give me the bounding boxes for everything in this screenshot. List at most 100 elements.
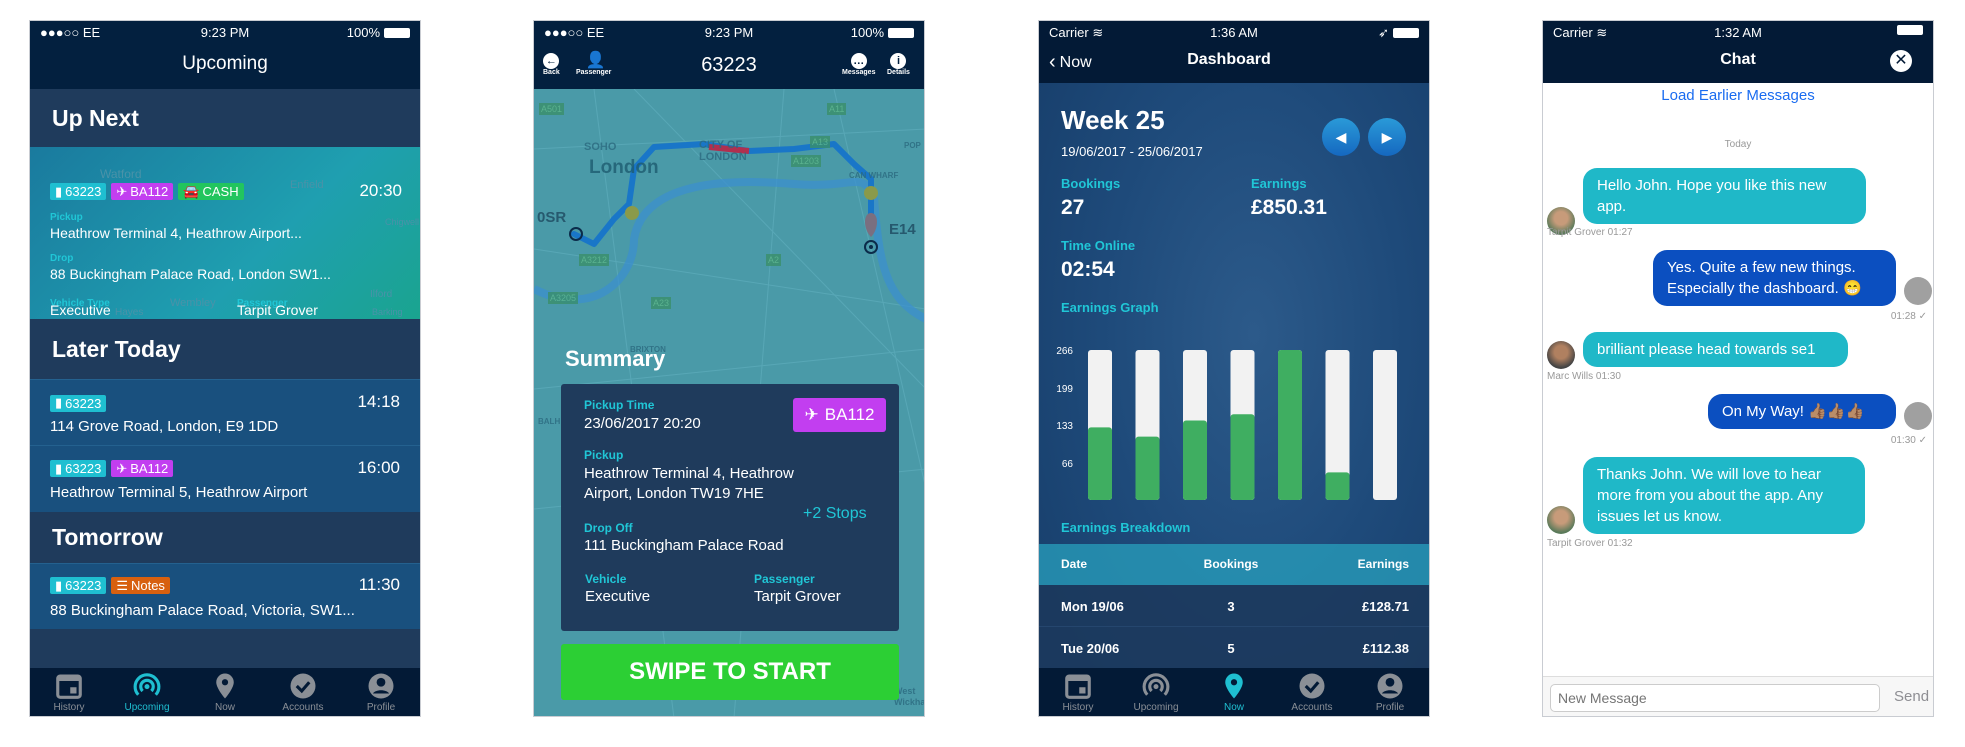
tab-label: Upcoming xyxy=(124,702,170,713)
chat-screen: Carrier ≋ 1:32 AM Chat ✕ Load Earlier Me… xyxy=(1542,20,1934,717)
load-earlier-messages-button[interactable]: Load Earlier Messages xyxy=(1543,87,1933,104)
vehicle-type: Executive xyxy=(50,302,111,318)
avatar xyxy=(1904,277,1932,305)
dropoff-address: 111 Buckingham Palace Road xyxy=(584,537,784,554)
pickup-label: Pickup xyxy=(50,212,83,223)
location-pin-icon xyxy=(216,673,234,699)
avatar xyxy=(1547,506,1575,534)
check-circle-icon xyxy=(1299,673,1325,699)
messages-label: Messages xyxy=(842,69,876,76)
y-tick-label: 66 xyxy=(1062,459,1074,470)
tab-history[interactable]: History xyxy=(30,668,108,716)
job-row[interactable]: ▮ 63223 ✈ BA112 16:00 Heathrow Terminal 5, … xyxy=(30,445,420,512)
payment-method: CASH xyxy=(202,184,239,199)
radar-icon xyxy=(133,673,161,696)
profile-icon xyxy=(368,673,394,699)
road-label: A3212 xyxy=(579,254,610,266)
tab-profile[interactable]: Profile xyxy=(1351,668,1429,716)
notes-icon: ☰ xyxy=(116,577,128,593)
pickup-time-label: Pickup Time xyxy=(584,398,655,412)
bar xyxy=(1183,420,1207,500)
close-button[interactable]: ✕ xyxy=(1890,50,1912,72)
previous-week-button[interactable]: ◀ xyxy=(1322,118,1360,156)
status-bar: Carrier ≋ 1:32 AM xyxy=(1543,21,1933,43)
payment-tag: 🚘 CASH xyxy=(178,183,244,200)
map-label: 0SR xyxy=(537,209,567,226)
job-time: 16:00 xyxy=(357,458,400,477)
tab-label: Accounts xyxy=(1291,702,1333,713)
passenger-name: Tarpit Grover xyxy=(237,302,318,318)
job-id-tag: ▮ 63223 xyxy=(50,577,107,594)
job-row[interactable]: ▮ 63223 14:18 114 Grove Road, London, E9 … xyxy=(30,379,420,445)
table-row[interactable]: Mon 19/06 3 £128.71 xyxy=(1039,585,1429,627)
road-label: A23 xyxy=(651,297,672,309)
triangle-right-icon: ▶ xyxy=(1381,128,1393,145)
tab-label: Now xyxy=(1223,702,1244,713)
road-label: A2 xyxy=(766,254,782,266)
battery-icon xyxy=(1393,28,1419,38)
check-circle-icon xyxy=(290,673,316,699)
battery-percent: 100% xyxy=(346,25,380,40)
next-week-button[interactable]: ▶ xyxy=(1368,118,1406,156)
messages-button[interactable]: … Messages xyxy=(842,53,875,76)
message-bubble: Hello John. Hope you like this new app. xyxy=(1583,168,1866,224)
earnings-breakdown-label: Earnings Breakdown xyxy=(1061,520,1191,535)
y-tick-label: 199 xyxy=(1056,384,1073,395)
tab-bar: History Upcoming Now Accounts Profile xyxy=(30,668,420,716)
flight-tag: ✈ BA112 xyxy=(111,183,174,200)
flight-number: BA112 xyxy=(824,405,875,424)
job-id: 63223 xyxy=(65,461,102,476)
notes-tag: ☰ Notes xyxy=(111,577,170,594)
map-label: E14 xyxy=(889,221,916,238)
tab-label: Profile xyxy=(1375,702,1405,713)
week-range: 19/06/2017 - 25/06/2017 xyxy=(1061,144,1203,159)
send-button[interactable]: Send xyxy=(1894,688,1929,705)
tab-accounts[interactable]: Accounts xyxy=(1273,668,1351,716)
message-meta: Tarpit Grover 01:32 xyxy=(1547,538,1633,549)
tab-label: Now xyxy=(214,702,235,713)
composer-bar: Send xyxy=(1543,676,1933,716)
battery-icon xyxy=(1897,25,1923,35)
message-bubble: On My Way! 👍🏽👍🏽👍🏽 xyxy=(1708,394,1896,429)
map-label: CITY OF LONDON xyxy=(699,139,747,163)
map-label: SOHO xyxy=(584,141,617,153)
tab-upcoming[interactable]: Upcoming xyxy=(108,668,186,716)
details-button[interactable]: i Details xyxy=(887,53,910,76)
document-icon: ▮ xyxy=(55,395,63,410)
tab-history[interactable]: History xyxy=(1039,668,1117,716)
vehicle-label: Vehicle xyxy=(585,572,627,586)
details-label: Details xyxy=(887,69,910,76)
job-row[interactable]: ▮ 63223 ☰ Notes 11:30 88 Buckingham Palace … xyxy=(30,563,420,629)
tab-upcoming[interactable]: Upcoming xyxy=(1117,668,1195,716)
tab-profile[interactable]: Profile xyxy=(342,668,420,716)
y-tick-label: 133 xyxy=(1056,421,1073,432)
tab-accounts[interactable]: Accounts xyxy=(264,668,342,716)
page-title: Upcoming xyxy=(182,53,268,74)
job-id: 63223 xyxy=(65,184,102,199)
job-time: 11:30 xyxy=(358,575,400,594)
y-tick-label: 266 xyxy=(1056,346,1073,357)
map-label: CAN WHARF xyxy=(849,171,899,180)
page-title: Dashboard xyxy=(1187,51,1271,68)
plane-icon: ✈ xyxy=(804,405,819,424)
pickup-address-line2: Airport, London TW19 7HE xyxy=(584,485,764,502)
radar-icon xyxy=(1142,673,1170,696)
page-title: Chat xyxy=(1720,51,1756,68)
message-input[interactable] xyxy=(1550,684,1880,712)
column-header: Earnings xyxy=(1357,557,1409,571)
table-row[interactable]: Tue 20/06 5 £112.38 xyxy=(1039,627,1429,671)
pickup-label: Pickup xyxy=(584,448,624,462)
swipe-to-start-slider[interactable]: SWIPE TO START xyxy=(561,644,899,700)
vehicle-type: Executive xyxy=(585,588,651,605)
tab-now[interactable]: Now xyxy=(186,668,264,716)
flight-tag: ✈ BA112 xyxy=(111,460,174,477)
drop-label: Drop xyxy=(50,253,74,264)
tab-label: History xyxy=(53,702,85,713)
flight-number: BA112 xyxy=(130,184,169,199)
earnings-bar-chart: 6613319926619 Jun20 Jun21 Jun22 Jun23 Ju… xyxy=(1056,346,1397,500)
next-job-card[interactable]: Watford Enfield Wembley Hayes Ilford Bar… xyxy=(30,147,420,319)
extra-stops-link[interactable]: +2 Stops xyxy=(803,505,867,523)
tab-bar: History Upcoming Now Accounts Profile xyxy=(1039,668,1429,716)
job-address: Heathrow Terminal 5, Heathrow Airport xyxy=(50,484,308,501)
tab-now[interactable]: Now xyxy=(1195,668,1273,716)
